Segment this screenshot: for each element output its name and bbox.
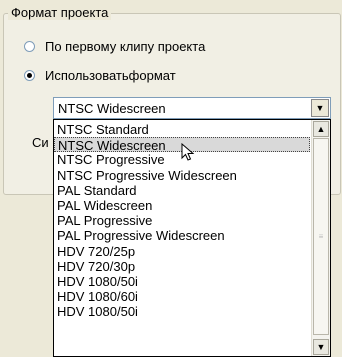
dropdown-item[interactable]: NTSC Progressive Widescreen — [54, 168, 310, 183]
radio-label: Использоватьформат — [45, 68, 176, 83]
dropdown-item[interactable]: PAL Progressive — [54, 213, 310, 228]
scroll-up-arrow-icon[interactable]: ▲ — [313, 121, 329, 137]
scrollbar-thumb[interactable]: ≡ — [313, 138, 329, 335]
chevron-down-icon[interactable]: ▼ — [311, 99, 329, 117]
dropdown-item[interactable]: NTSC Standard — [54, 122, 310, 137]
vertical-scrollbar[interactable]: ▲ ≡ ▼ — [311, 120, 330, 356]
radio-button[interactable] — [24, 41, 35, 52]
radio-label: По первому клипу проекта — [45, 39, 206, 54]
format-combobox[interactable]: NTSC Widescreen ▼ — [53, 97, 331, 119]
dropdown-item[interactable]: PAL Progressive Widescreen — [54, 228, 310, 243]
dropdown-item[interactable]: PAL Standard — [54, 183, 310, 198]
mouse-pointer-icon — [181, 143, 195, 161]
dropdown-item[interactable]: HDV 1080/60i — [54, 289, 310, 304]
group-title: Формат проекта — [8, 5, 112, 20]
dropdown-item[interactable]: PAL Widescreen — [54, 198, 310, 213]
dropdown-item[interactable]: HDV 1080/50i — [54, 304, 310, 319]
combobox-value: NTSC Widescreen — [58, 101, 166, 116]
radio-use-format[interactable]: Использоватьформат — [24, 68, 176, 83]
radio-first-clip[interactable]: По первому клипу проекта — [24, 39, 205, 54]
dropdown-item[interactable]: HDV 1080/50i — [54, 274, 310, 289]
partial-label: Си — [32, 135, 49, 150]
dropdown-item[interactable]: HDV 720/30p — [54, 259, 310, 274]
dropdown-item[interactable]: HDV 720/25p — [54, 244, 310, 259]
radio-button-checked[interactable] — [24, 70, 35, 81]
scroll-down-arrow-icon[interactable]: ▼ — [313, 339, 329, 355]
